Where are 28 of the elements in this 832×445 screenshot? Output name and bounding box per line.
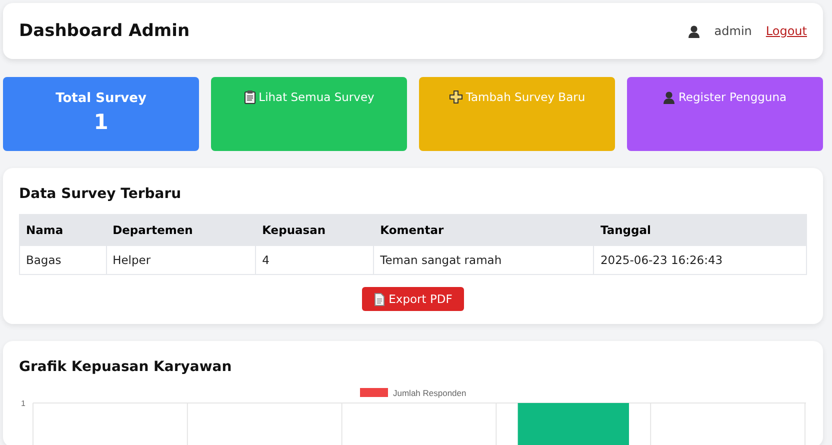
column-header: Departemen	[106, 214, 256, 246]
user-icon	[663, 90, 676, 104]
menu-link[interactable]: Lihat Semua Survey	[244, 90, 374, 104]
username: admin	[714, 24, 752, 38]
clipboard-icon	[244, 90, 256, 104]
menu-link[interactable]: Register Pengguna	[663, 90, 787, 104]
stat-value: 1	[94, 110, 108, 134]
column-header: Kepuasan	[256, 214, 374, 246]
column-header: Komentar	[374, 214, 594, 246]
plus-icon	[448, 90, 463, 104]
section-title: Grafik Kepuasan Karyawan	[19, 359, 233, 375]
legend-swatch-icon	[360, 388, 388, 397]
user-icon	[688, 24, 700, 38]
page-title: Dashboard Admin	[19, 21, 190, 41]
axis-tick-label: 1	[21, 399, 26, 408]
section-title: Data Survey Terbaru	[19, 186, 182, 202]
table-cell: Bagas	[20, 246, 106, 274]
logout-link[interactable]: Logout	[766, 24, 807, 38]
document-icon	[374, 292, 385, 306]
column-header: Tanggal	[594, 214, 806, 246]
column-header: Nama	[20, 214, 106, 246]
legend-label: Jumlah Responden	[393, 388, 466, 398]
table-cell: 2025-06-23 16:26:43	[594, 246, 806, 274]
stat-label: Total Survey	[56, 91, 146, 106]
export-pdf-button[interactable]: Export PDF	[362, 287, 464, 311]
table-cell: Teman sangat ramah	[374, 246, 594, 274]
table-cell: 4	[256, 246, 374, 274]
table-cell: Helper	[106, 246, 256, 274]
